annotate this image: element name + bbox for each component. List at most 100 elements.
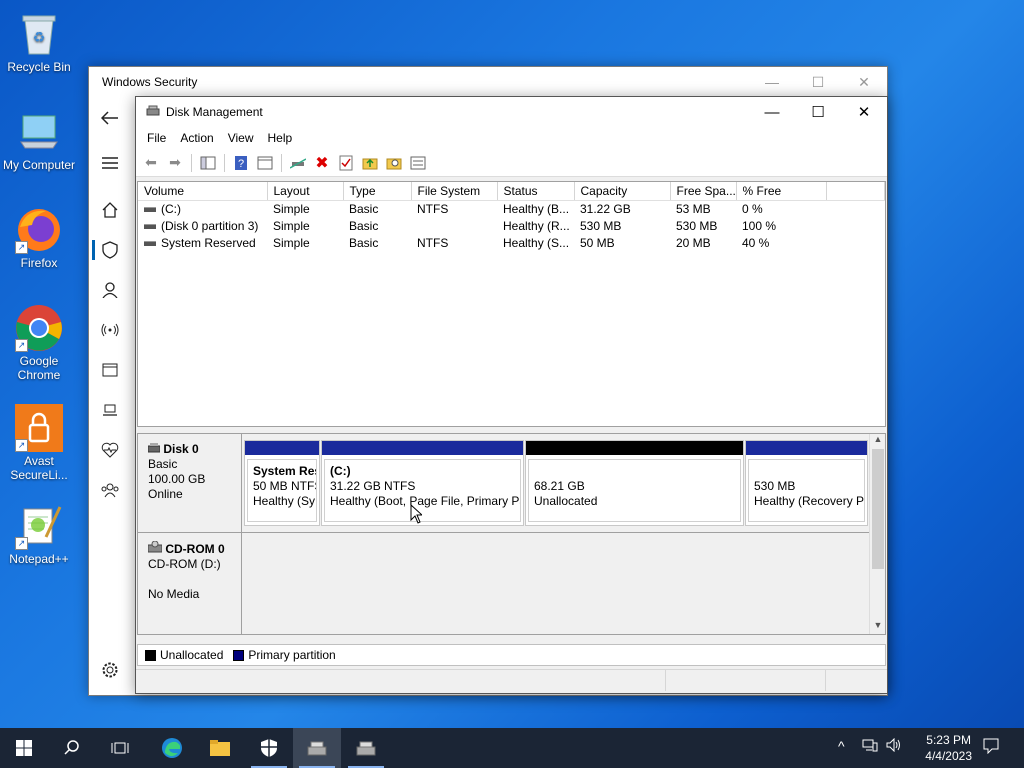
folder-up-icon[interactable]: [359, 152, 381, 174]
windows-security-nav: [89, 97, 135, 695]
taskbar-windows-security[interactable]: [245, 728, 293, 768]
column-header-volume[interactable]: Volume: [138, 182, 268, 201]
volume-list-header: Volume Layout Type File System Status Ca…: [138, 182, 885, 201]
legend-primary: Primary partition: [248, 648, 336, 662]
column-header-type[interactable]: Type: [343, 182, 412, 201]
cell-type: Basic: [349, 201, 379, 216]
connect-icon[interactable]: [287, 152, 309, 174]
cell-layout: Simple: [273, 201, 310, 216]
disk-management-icon: [356, 741, 376, 756]
delete-icon[interactable]: ✖: [311, 152, 333, 174]
svg-text:?: ?: [238, 158, 244, 170]
legend: Unallocated Primary partition: [137, 644, 886, 666]
desktop-icon-google-chrome[interactable]: ↗ Google Chrome: [1, 304, 77, 382]
column-header-file-system[interactable]: File System: [411, 182, 498, 201]
cell-free-space: 20 MB: [676, 235, 711, 250]
desktop-icon-notepadpp[interactable]: ↗ Notepad++: [1, 502, 77, 567]
mouse-cursor-icon: [410, 504, 422, 524]
scroll-up-icon[interactable]: ▲: [870, 434, 885, 448]
clock[interactable]: 5:23 PM 4/4/2023: [925, 732, 972, 764]
properties-view-icon[interactable]: [254, 152, 276, 174]
checklist-icon[interactable]: [335, 152, 357, 174]
task-view-button[interactable]: [96, 728, 144, 768]
network-icon[interactable]: [99, 319, 121, 341]
disk-state: Online: [148, 487, 183, 501]
minimize-button[interactable]: —: [749, 97, 795, 127]
shield-icon[interactable]: [99, 239, 121, 261]
menu-help[interactable]: Help: [261, 131, 300, 145]
forward-arrow-icon[interactable]: ➡: [164, 152, 186, 174]
volume-icon[interactable]: [886, 737, 902, 755]
desktop-icon-recycle-bin[interactable]: ♻ Recycle Bin: [1, 10, 77, 75]
cell-percent-free: 100 %: [742, 218, 777, 233]
back-arrow-icon[interactable]: ⬅: [140, 152, 162, 174]
partition-system-reserved[interactable]: System Res 50 MB NTFS Healthy (Sy: [244, 440, 320, 526]
close-button[interactable]: ✕: [841, 67, 887, 97]
table-row[interactable]: System Reserved Simple Basic NTFS Health…: [138, 234, 885, 251]
table-row[interactable]: (C:) Simple Basic NTFS Healthy (B... 31.…: [138, 200, 885, 217]
help-icon[interactable]: ?: [230, 152, 252, 174]
taskbar-disk-management[interactable]: [293, 728, 341, 768]
cdrom-0-label[interactable]: CD-ROM 0 CD-ROM (D:) No Media: [138, 533, 242, 634]
back-icon[interactable]: [99, 107, 121, 129]
maximize-button[interactable]: ☐: [795, 67, 841, 97]
show-hide-console-tree-icon[interactable]: [197, 152, 219, 174]
menu-action[interactable]: Action: [173, 131, 220, 145]
column-header-free-space[interactable]: Free Spa...: [670, 182, 737, 201]
column-header-status[interactable]: Status: [497, 182, 575, 201]
scrollbar-thumb[interactable]: [872, 449, 884, 569]
maximize-button[interactable]: ☐: [795, 97, 841, 127]
start-button[interactable]: [0, 728, 48, 768]
disk-0-label[interactable]: Disk 0 Basic 100.00 GB Online: [138, 434, 242, 532]
column-header-capacity[interactable]: Capacity: [574, 182, 671, 201]
search-button[interactable]: [48, 728, 96, 768]
recycle-bin-icon: ♻: [15, 10, 63, 58]
minimize-button[interactable]: —: [749, 67, 795, 97]
legend-unallocated: Unallocated: [160, 648, 224, 662]
desktop-icon-firefox[interactable]: ↗ Firefox: [1, 206, 77, 271]
column-header-percent-free[interactable]: % Free: [736, 182, 827, 201]
table-row[interactable]: (Disk 0 partition 3) Simple Basic Health…: [138, 217, 885, 234]
cdrom-state: No Media: [148, 587, 200, 601]
desktop-icon-avast[interactable]: ↗ Avast SecureLi...: [1, 404, 77, 482]
menu-view[interactable]: View: [221, 131, 261, 145]
taskbar-file-explorer[interactable]: [196, 728, 244, 768]
health-icon[interactable]: [99, 439, 121, 461]
settings-icon[interactable]: [99, 659, 121, 681]
volume-icon: [144, 223, 156, 229]
avast-icon: ↗: [15, 404, 63, 452]
desktop-icon-label: Notepad++: [9, 552, 69, 566]
disk-type: Basic: [148, 457, 178, 471]
taskbar-edge[interactable]: [148, 728, 196, 768]
status-bar: [136, 669, 887, 691]
scroll-down-icon[interactable]: ▼: [870, 620, 885, 634]
family-icon[interactable]: [99, 479, 121, 501]
legend-swatch-unallocated: [145, 649, 156, 661]
desktop-icon-my-computer[interactable]: My Computer: [1, 108, 77, 173]
nav-active-indicator: [92, 240, 95, 260]
notification-icon[interactable]: [983, 738, 999, 757]
account-icon[interactable]: [99, 279, 121, 301]
network-icon[interactable]: [862, 738, 878, 755]
home-icon[interactable]: [99, 199, 121, 221]
windows-logo-icon: [16, 740, 32, 756]
menu-file[interactable]: File: [140, 131, 173, 145]
search-folder-icon[interactable]: [383, 152, 405, 174]
device-security-icon[interactable]: [99, 399, 121, 421]
chevron-up-icon[interactable]: ^: [838, 738, 845, 754]
partition-c[interactable]: (C:) 31.22 GB NTFS Healthy (Boot, Page F…: [321, 440, 524, 526]
partition-unallocated[interactable]: 68.21 GB Unallocated: [525, 440, 744, 526]
disk-graphical-view: Disk 0 Basic 100.00 GB Online System Res…: [137, 433, 886, 635]
partition-recovery[interactable]: 530 MB Healthy (Recovery Pa: [745, 440, 868, 526]
cell-capacity: 50 MB: [580, 235, 615, 250]
list-view-icon[interactable]: [407, 152, 429, 174]
menu-icon[interactable]: [99, 152, 121, 174]
computer-icon: [15, 108, 63, 156]
taskbar-disk-management-2[interactable]: [342, 728, 390, 768]
column-header-layout[interactable]: Layout: [267, 182, 344, 201]
cell-percent-free: 40 %: [742, 235, 770, 250]
app-browser-icon[interactable]: [99, 359, 121, 381]
firefox-icon: ↗: [15, 206, 63, 254]
close-button[interactable]: ✕: [841, 97, 887, 127]
vertical-scrollbar[interactable]: ▲ ▼: [869, 434, 885, 634]
